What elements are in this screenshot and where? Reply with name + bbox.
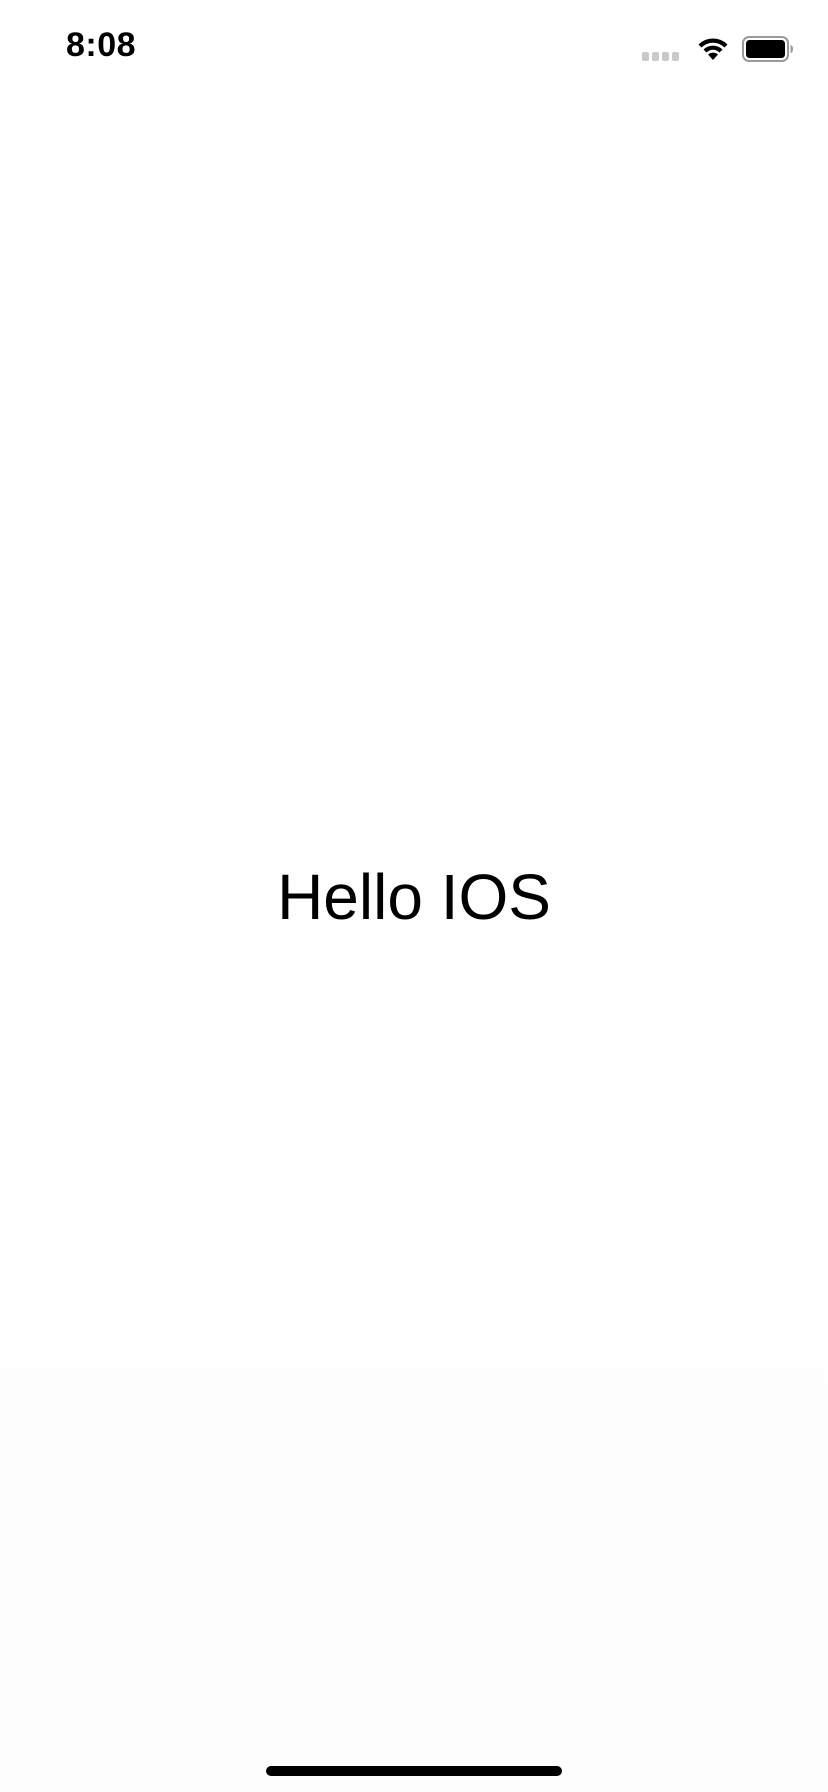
status-bar: 8:08 bbox=[0, 0, 828, 100]
wifi-icon bbox=[698, 38, 728, 60]
home-indicator[interactable] bbox=[266, 1766, 562, 1776]
hello-label: Hello IOS bbox=[277, 861, 551, 933]
battery-icon bbox=[742, 36, 793, 62]
status-icons bbox=[642, 32, 794, 66]
cellular-signal-icon bbox=[642, 37, 682, 61]
app-screen: 8:08 Hello IOS bbox=[0, 0, 828, 1792]
status-time: 8:08 bbox=[66, 26, 137, 64]
